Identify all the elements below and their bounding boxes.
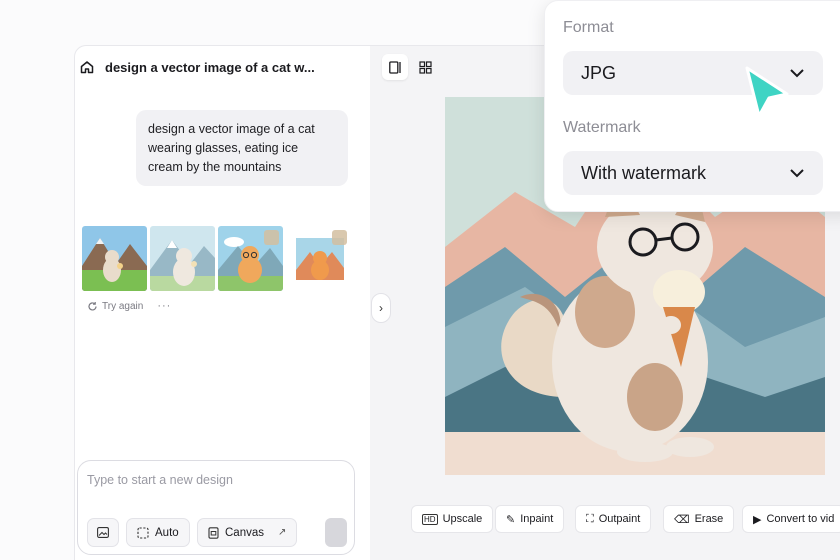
thumbnail-badge xyxy=(332,230,347,245)
expand-panel-button[interactable]: › xyxy=(371,293,391,323)
auto-mode-label: Auto xyxy=(155,526,179,539)
convert-to-video-button[interactable]: ▶ Convert to vid xyxy=(742,505,840,533)
try-again-label: Try again xyxy=(102,300,144,312)
inpaint-label: Inpaint xyxy=(520,513,554,525)
watermark-value: With watermark xyxy=(581,162,707,183)
format-value: JPG xyxy=(581,62,617,83)
grid-view-button[interactable] xyxy=(412,54,438,80)
format-label: Format xyxy=(563,19,614,36)
send-button[interactable] xyxy=(325,518,347,547)
expand-icon: ⛶ xyxy=(586,512,594,525)
canvas-icon xyxy=(208,526,219,539)
aspect-ratio-icon xyxy=(137,526,149,539)
user-prompt-bubble: design a vector image of a cat wearing g… xyxy=(136,110,348,186)
grid-view-icon xyxy=(418,60,432,74)
convert-label: Convert to vid xyxy=(766,513,835,525)
chevron-right-icon: › xyxy=(379,301,383,315)
external-link-icon: ↗ xyxy=(278,527,287,538)
chevron-down-icon xyxy=(790,69,804,78)
chevron-down-icon xyxy=(790,169,804,178)
refresh-icon xyxy=(88,301,97,311)
more-options-button[interactable]: ··· xyxy=(157,300,171,312)
brush-icon: ✎ xyxy=(506,513,516,526)
thumbnail-1[interactable] xyxy=(82,226,147,291)
image-icon xyxy=(97,527,109,538)
video-icon: ▶ xyxy=(753,513,762,526)
try-again-button[interactable]: Try again xyxy=(87,301,143,312)
canvas-button[interactable]: Canvas ↗ xyxy=(197,518,298,547)
single-view-button[interactable] xyxy=(382,54,408,80)
chat-panel: design a vector image of a cat w... desi… xyxy=(74,45,370,560)
erase-label: Erase xyxy=(694,513,724,525)
export-settings-popover: Format JPG Watermark With watermark xyxy=(544,0,840,212)
chat-title: design a vector image of a cat w... xyxy=(105,59,315,75)
thumbnail-badge xyxy=(264,230,279,245)
home-icon[interactable] xyxy=(79,59,95,75)
upscale-label: Upscale xyxy=(442,513,483,525)
pointer-cursor-icon xyxy=(745,66,789,118)
message-actions: Try again ··· xyxy=(87,300,171,312)
outpaint-button[interactable]: ⛶ Outpaint xyxy=(575,505,652,533)
image-upload-button[interactable] xyxy=(87,518,119,547)
thumbnail-2[interactable] xyxy=(150,226,215,291)
outpaint-label: Outpaint xyxy=(598,513,641,525)
watermark-select[interactable]: With watermark xyxy=(563,151,823,195)
auto-mode-button[interactable]: Auto xyxy=(126,518,190,547)
canvas-label: Canvas xyxy=(225,526,264,539)
view-toggle xyxy=(382,54,438,80)
erase-button[interactable]: ⌫ Erase xyxy=(663,505,735,533)
thumbnail-3[interactable] xyxy=(218,226,283,291)
upscale-button[interactable]: HD Upscale xyxy=(411,505,494,533)
upscale-icon: HD xyxy=(422,513,438,525)
composer: Auto Canvas ↗ xyxy=(77,460,355,555)
eraser-icon: ⌫ xyxy=(674,513,690,526)
thumbnail-4[interactable] xyxy=(286,226,351,291)
chat-header: design a vector image of a cat w... xyxy=(75,46,370,88)
watermark-label: Watermark xyxy=(563,119,641,136)
single-view-icon xyxy=(388,60,401,74)
prompt-input[interactable] xyxy=(87,473,337,487)
inpaint-button[interactable]: ✎ Inpaint xyxy=(495,505,565,533)
